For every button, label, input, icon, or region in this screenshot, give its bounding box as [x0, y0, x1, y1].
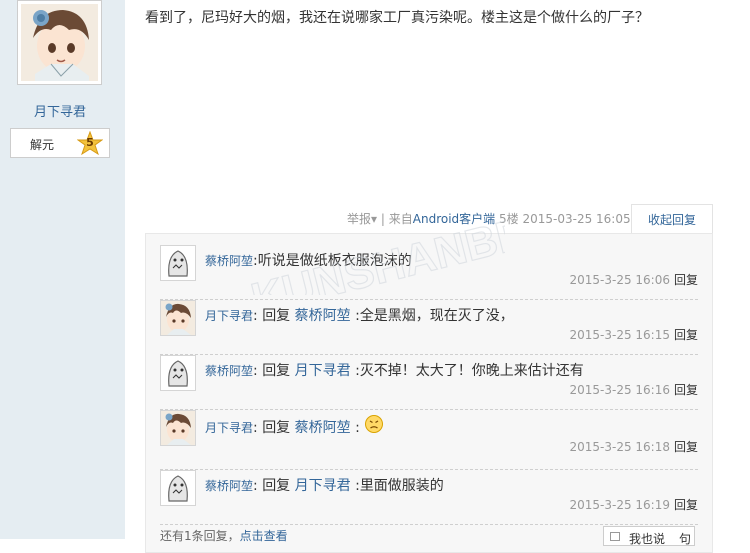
comment-text-line: 月下寻君: 回复 蔡桥阿堃 :全是黑烟，现在灭了没， [205, 305, 514, 325]
comment-icon [610, 532, 620, 541]
gray-creature-avatar-image [161, 356, 195, 390]
comment-body: 全是黑烟，现在灭了没， [359, 308, 514, 324]
comment-text-line: 蔡桥阿堃: 回复 月下寻君 :灭不掉！太大了！你晚上来估计还有 [205, 360, 584, 380]
comment-item: 蔡桥阿堃: 回复 月下寻君 :灭不掉！太大了！你晚上来估计还有 2015-3-2… [160, 355, 698, 410]
commenter-avatar[interactable] [160, 300, 196, 336]
rank-level: 5 [86, 136, 94, 149]
gray-creature-avatar-image [161, 246, 195, 280]
comment-separator: : [253, 363, 258, 379]
reply-prefix: 回复 [262, 478, 291, 494]
comment-time: 2015-3-25 16:16 [569, 383, 670, 397]
comment-item: 蔡桥阿堃:听说是做纸板衣服泡沫的 2015-3-25 16:06 回复 [160, 245, 698, 300]
report-arrow-icon: ▾ [371, 212, 378, 226]
comment-time: 2015-3-25 16:19 [569, 498, 670, 512]
floor-number: 5楼 [499, 212, 519, 226]
anime-boy-avatar-image [161, 411, 195, 445]
comment-time: 2015-3-25 16:15 [569, 328, 670, 342]
frowning-emoji-icon [365, 415, 384, 433]
rank-title: 解元 [30, 138, 55, 152]
comment-reply-button[interactable]: 回复 [674, 498, 698, 512]
comment-text-line: 月下寻君: 回复 蔡桥阿堃 : [205, 414, 384, 437]
comment-author[interactable]: 蔡桥阿堃 [205, 364, 253, 378]
comment-separator: : [253, 308, 258, 324]
more-replies-row: 还有1条回复，点击查看 [160, 527, 288, 544]
comment-author[interactable]: 月下寻君 [205, 309, 253, 323]
comment-item: 月下寻君: 回复 蔡桥阿堃 : 2015-3-25 16:18 回复 [160, 410, 698, 470]
comment-reply-button[interactable]: 回复 [674, 440, 698, 454]
commenter-avatar[interactable] [160, 410, 196, 446]
comment-meta: 2015-3-25 16:06 回复 [569, 271, 698, 288]
comment-author[interactable]: 蔡桥阿堃 [205, 254, 253, 268]
view-more-link[interactable]: 点击查看 [240, 529, 288, 543]
commenter-avatar[interactable] [160, 355, 196, 391]
author-rank-badge: 解元 5 [10, 128, 110, 158]
comment-author[interactable]: 月下寻君 [205, 421, 253, 435]
reply-target[interactable]: 蔡桥阿堃 [295, 420, 351, 436]
reply-prefix: 回复 [262, 420, 291, 436]
more-replies-text: 还有1条回复， [160, 529, 240, 543]
comment-reply-button[interactable]: 回复 [674, 328, 698, 342]
post-time: 2015-03-25 16:05 [522, 212, 631, 226]
commenter-avatar[interactable] [160, 470, 196, 506]
comment-text-line: 蔡桥阿堃: 回复 月下寻君 :里面做服装的 [205, 475, 444, 495]
comment-meta: 2015-3-25 16:19 回复 [569, 496, 698, 513]
comment-body: 灭不掉！太大了！你晚上来估计还有 [359, 363, 584, 379]
comment-separator: : [253, 478, 258, 494]
comment-item: 月下寻君: 回复 蔡桥阿堃 :全是黑烟，现在灭了没， 2015-3-25 16:… [160, 300, 698, 355]
comment-time: 2015-3-25 16:18 [569, 440, 670, 454]
post-content: 看到了，尼玛好大的烟，我还在说哪家工厂真污染呢。楼主这是个做什么的厂子？ [145, 10, 649, 26]
comment-meta: 2015-3-25 16:16 回复 [569, 381, 698, 398]
comment-separator: : [355, 420, 360, 436]
gray-creature-avatar-image [161, 471, 195, 505]
comment-body: 里面做服装的 [359, 478, 444, 494]
meta-separator: | [380, 212, 385, 226]
comment-meta: 2015-3-25 16:15 回复 [569, 326, 698, 343]
author-avatar[interactable] [17, 0, 102, 85]
client-link[interactable]: Android客户端 [413, 212, 495, 226]
comment-separator: : [253, 420, 258, 436]
author-sidebar: 月下寻君 解元 5 [0, 0, 125, 539]
anime-boy-avatar-image [161, 301, 195, 335]
reply-target[interactable]: 月下寻君 [295, 363, 351, 379]
comment-reply-button[interactable]: 回复 [674, 383, 698, 397]
commenter-avatar[interactable] [160, 245, 196, 281]
collapse-replies-button[interactable]: 收起回复 [631, 204, 713, 234]
client-prefix: 来自 [388, 212, 413, 226]
comment-text-line: 蔡桥阿堃:听说是做纸板衣服泡沫的 [205, 250, 412, 270]
comment-reply-button[interactable]: 回复 [674, 273, 698, 287]
add-comment-button[interactable]: 我也说 句 [603, 526, 695, 546]
comment-time: 2015-3-25 16:06 [569, 273, 670, 287]
report-link[interactable]: 举报 [347, 212, 371, 226]
author-name[interactable]: 月下寻君 [0, 101, 120, 120]
comment-author[interactable]: 蔡桥阿堃 [205, 479, 253, 493]
comment-body: 听说是做纸板衣服泡沫的 [257, 253, 412, 269]
reply-target[interactable]: 月下寻君 [295, 478, 351, 494]
comment-meta: 2015-3-25 16:18 回复 [569, 438, 698, 455]
reply-prefix: 回复 [262, 363, 291, 379]
post-meta: 举报▾ | 来自Android客户端 5楼 2015-03-25 16:05 [347, 210, 631, 227]
reply-prefix: 回复 [262, 308, 291, 324]
reply-target[interactable]: 蔡桥阿堃 [295, 308, 351, 324]
comment-item: 蔡桥阿堃: 回复 月下寻君 :里面做服装的 2015-3-25 16:19 回复 [160, 470, 698, 525]
anime-boy-avatar-image [21, 4, 98, 81]
